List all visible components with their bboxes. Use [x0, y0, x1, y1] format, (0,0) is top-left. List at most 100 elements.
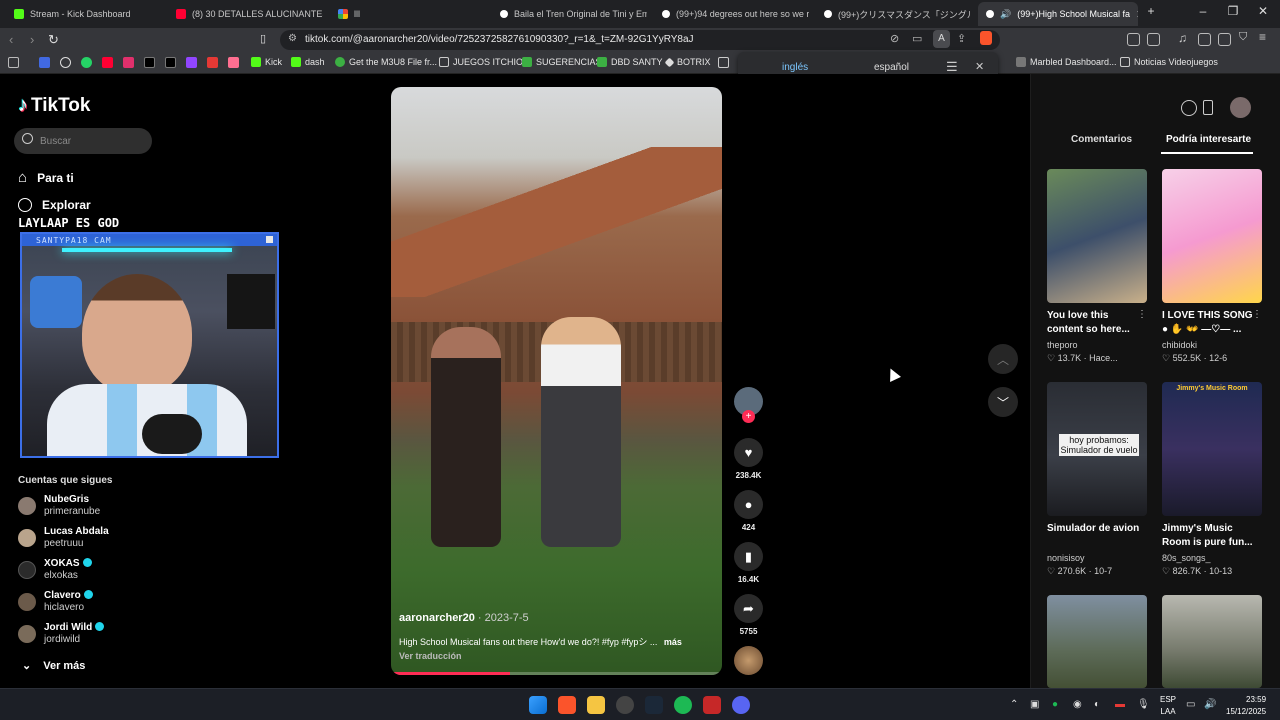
- share-icon[interactable]: ⇪: [957, 32, 966, 45]
- tray-app-icon[interactable]: ▣: [1030, 699, 1039, 710]
- back-button[interactable]: ‹: [9, 32, 13, 47]
- brave-icon[interactable]: [558, 696, 576, 714]
- brave-shield-icon[interactable]: [980, 31, 992, 45]
- bookmark-juegos-itchio[interactable]: JUEGOS ITCHIO: [439, 57, 523, 67]
- compass-icon[interactable]: [1181, 100, 1197, 116]
- previous-video-button[interactable]: ︿: [988, 344, 1018, 374]
- phone-icon[interactable]: [1203, 100, 1213, 115]
- system-clock[interactable]: 23:59 15/12/2025: [1226, 694, 1266, 718]
- network-icon[interactable]: ▭: [1186, 699, 1195, 710]
- nav-explorar[interactable]: Explorar: [18, 198, 91, 212]
- tab-kick[interactable]: Stream - Kick Dashboard: [6, 2, 166, 26]
- forward-button[interactable]: ›: [30, 32, 34, 47]
- extensions-icon[interactable]: [1127, 33, 1140, 46]
- bookmark-noticias[interactable]: Noticias Videojuegos: [1120, 57, 1218, 67]
- menu-icon[interactable]: ≡: [1259, 30, 1266, 44]
- folder-icon[interactable]: [718, 57, 729, 68]
- microphone-icon[interactable]: 🎙: [1137, 699, 1150, 710]
- volume-icon[interactable]: 🔊: [1204, 699, 1216, 710]
- bookmark-botrix[interactable]: BOTRIX: [664, 57, 711, 67]
- follow-plus-icon[interactable]: +: [742, 410, 755, 423]
- twitch-icon[interactable]: [186, 57, 197, 68]
- obs-icon[interactable]: [616, 696, 634, 714]
- bookmark-sugerencias[interactable]: SUGERENCIAS: [522, 57, 602, 67]
- cast-icon[interactable]: ▭: [912, 32, 922, 45]
- whatsapp-icon[interactable]: [81, 57, 92, 68]
- x-icon[interactable]: [165, 57, 176, 68]
- tracker-icon[interactable]: ⊘: [890, 32, 899, 45]
- see-more-button[interactable]: ⌄ Ver más: [22, 659, 85, 672]
- bolt-icon[interactable]: [207, 57, 218, 68]
- creator-avatar-button[interactable]: +: [733, 387, 764, 423]
- sidebar-icon[interactable]: [1147, 33, 1160, 46]
- close-icon[interactable]: ✕: [975, 60, 984, 73]
- spotify-icon[interactable]: [674, 696, 692, 714]
- search-input[interactable]: Buscar: [14, 128, 152, 154]
- wallet-icon[interactable]: [1218, 33, 1231, 46]
- bookmark-kick[interactable]: Kick: [251, 57, 282, 67]
- bookmark-icon[interactable]: ▯: [260, 32, 266, 45]
- more-button[interactable]: más: [664, 637, 682, 647]
- more-options-icon[interactable]: ⋮: [1252, 309, 1262, 320]
- youtube-icon[interactable]: [102, 57, 113, 68]
- tab-comments[interactable]: Comentarios: [1071, 134, 1132, 145]
- music-icon[interactable]: ♫: [1178, 31, 1187, 45]
- site-info-icon[interactable]: ⚙: [288, 33, 297, 44]
- translate-from-tab[interactable]: inglés: [782, 62, 808, 73]
- bookmark-marbled[interactable]: Marbled Dashboard...: [1016, 57, 1117, 67]
- sound-disc-button[interactable]: [733, 646, 764, 675]
- language-indicator[interactable]: ESP LAA: [1160, 694, 1176, 718]
- panel-icon[interactable]: [1198, 33, 1211, 46]
- tray-app-icon[interactable]: ▬: [1115, 699, 1125, 710]
- tab-tiktok-2[interactable]: (99+)94 degrees out here so we reall: [654, 2, 809, 26]
- new-tab-button[interactable]: +: [1141, 4, 1161, 18]
- tab-recommended[interactable]: Podría interesarte: [1166, 134, 1251, 145]
- bookmark-dbd-santy[interactable]: DBD SANTY: [597, 57, 663, 67]
- globe-icon[interactable]: [60, 57, 71, 68]
- see-translation-button[interactable]: Ver traducción: [399, 651, 462, 661]
- share-button[interactable]: ➦ 5755: [733, 594, 764, 636]
- tiktok-logo[interactable]: ♪ TikTok: [18, 94, 90, 117]
- maximize-button[interactable]: ❐: [1223, 4, 1243, 18]
- discord-icon[interactable]: [732, 696, 750, 714]
- tiktok-icon[interactable]: [144, 57, 155, 68]
- next-video-button[interactable]: ﹀: [988, 387, 1018, 417]
- shield-icon[interactable]: ⛉: [1239, 31, 1247, 44]
- video-card[interactable]: [1047, 595, 1147, 688]
- video-player[interactable]: aaronarcher20 · 2023-7-5 High School Mus…: [391, 87, 722, 675]
- tab-tiktok-3[interactable]: (99+)クリスマスダンス「ジングルベルロック」: [816, 2, 971, 26]
- chevron-up-icon[interactable]: ⌃: [1010, 699, 1018, 710]
- instagram-icon[interactable]: [123, 57, 134, 68]
- bookmark-m3u8[interactable]: Get the M3U8 File fr...: [335, 57, 437, 67]
- translate-icon[interactable]: A: [933, 30, 950, 48]
- tab-google[interactable]: lll: [330, 2, 485, 26]
- translate-menu-icon[interactable]: ☰: [946, 59, 958, 75]
- video-card[interactable]: hoy probamos: Simulador de vuelo Simulad…: [1047, 382, 1147, 577]
- bookmark-dash[interactable]: dash: [291, 57, 325, 67]
- steam-icon[interactable]: [645, 696, 663, 714]
- tab-youtube[interactable]: (8) 30 DETALLES ALUCINANTES de T: [168, 2, 323, 26]
- bookmark-favicon-icon[interactable]: [228, 57, 239, 68]
- translate-to-tab[interactable]: español: [874, 62, 909, 73]
- tab-tiktok-active[interactable]: 🔊 (99+)High School Musical fa ✕: [978, 2, 1138, 26]
- video-author[interactable]: aaronarcher20 · 2023-7-5: [399, 612, 529, 624]
- video-card[interactable]: You love this content so here... theporo…: [1047, 169, 1147, 364]
- video-card[interactable]: I LOVE THIS SONG ● ✋ 👐 —♡— ... chibidoki …: [1162, 169, 1262, 364]
- tray-app-icon[interactable]: ◉: [1073, 699, 1082, 710]
- comment-button[interactable]: ● 424: [733, 490, 764, 532]
- spotify-tray-icon[interactable]: ●: [1052, 699, 1058, 710]
- more-options-icon[interactable]: ⋮: [1137, 309, 1147, 320]
- windows-start-icon[interactable]: [529, 696, 547, 714]
- video-card[interactable]: [1162, 595, 1262, 688]
- app-icon[interactable]: [703, 696, 721, 714]
- save-button[interactable]: ▮ 16.4K: [733, 542, 764, 584]
- url-text[interactable]: tiktok.com/@aaronarcher20/video/72523725…: [305, 34, 694, 45]
- profile-avatar[interactable]: [1230, 97, 1251, 118]
- like-button[interactable]: ♥ 238.4K: [733, 438, 764, 480]
- bookmark-favicon-icon[interactable]: [39, 57, 50, 68]
- apps-grid-icon[interactable]: [8, 57, 19, 68]
- nav-para-ti[interactable]: ⌂ Para ti: [18, 169, 74, 186]
- minimize-button[interactable]: –: [1193, 4, 1213, 18]
- address-bar[interactable]: ⚙ tiktok.com/@aaronarcher20/video/725237…: [280, 30, 1000, 50]
- tab-tiktok-1[interactable]: Baila el Tren Original de Tini y Emilia: [492, 2, 647, 26]
